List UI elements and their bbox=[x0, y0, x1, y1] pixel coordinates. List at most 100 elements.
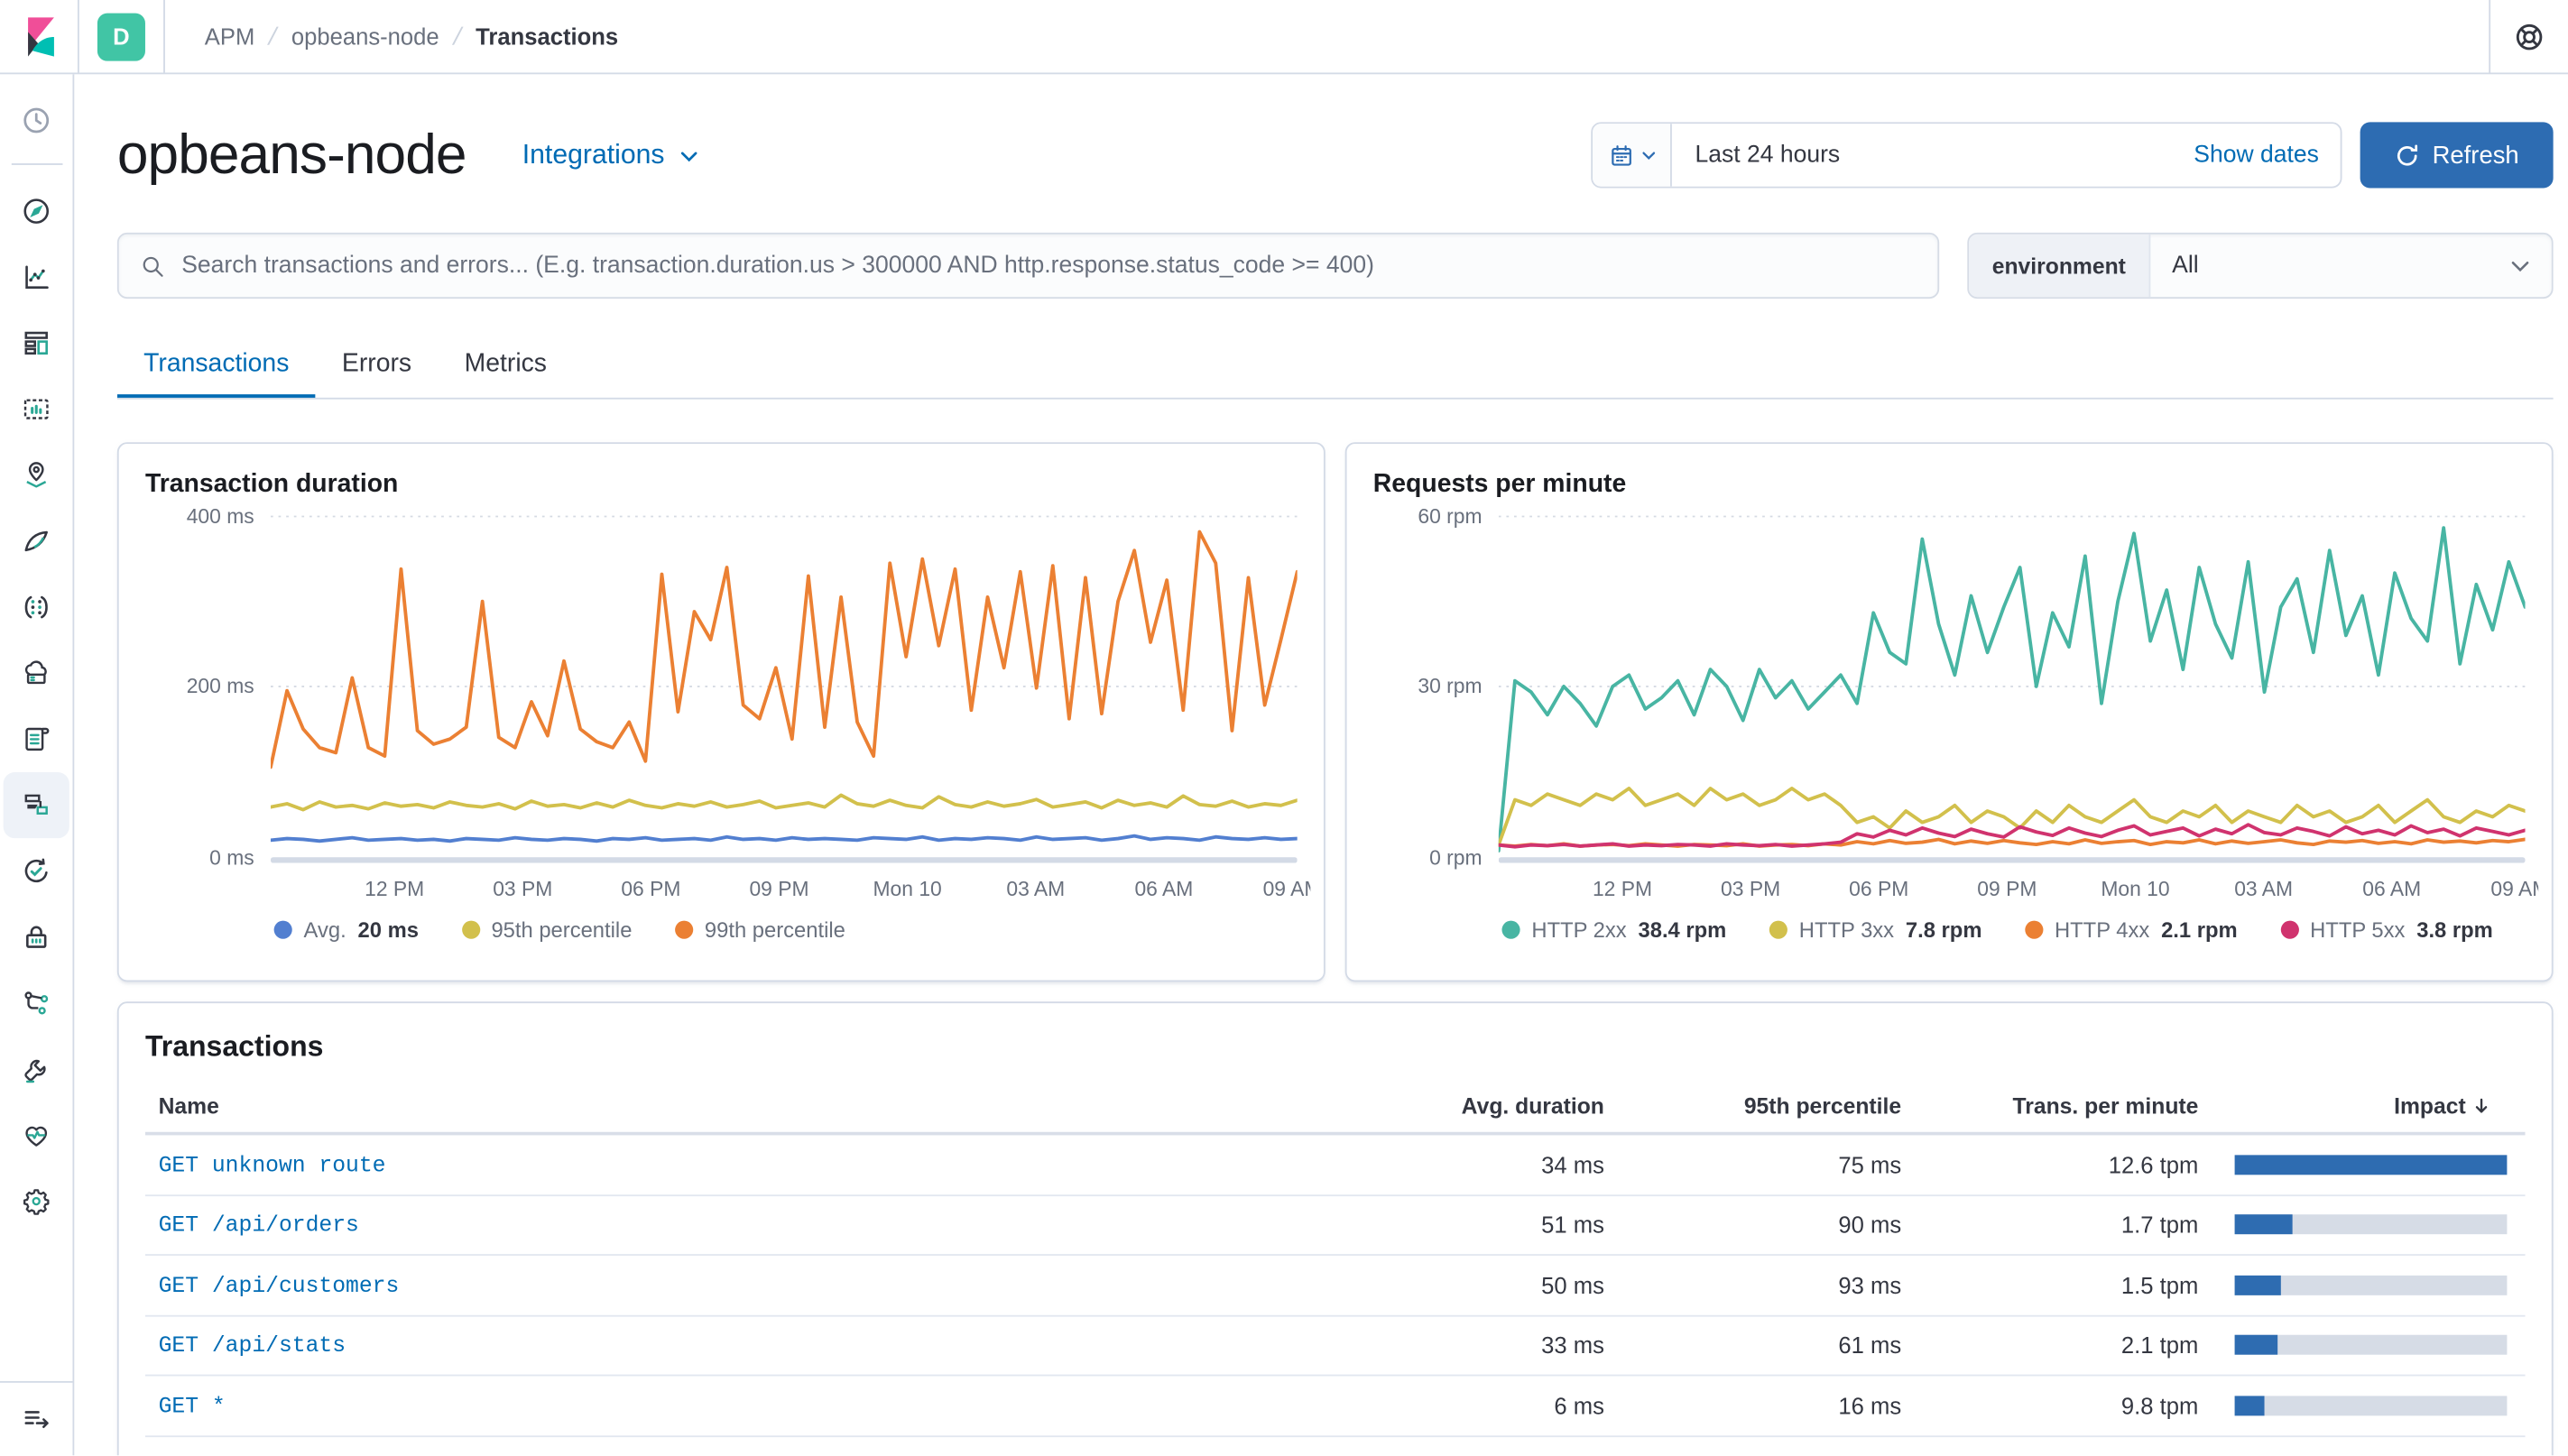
impact-bar-fill bbox=[2234, 1275, 2281, 1295]
impact-bar-fill bbox=[2234, 1335, 2278, 1356]
transaction-link[interactable]: GET /api/orders bbox=[159, 1215, 359, 1239]
column-header-tpm[interactable]: Trans. per minute bbox=[1915, 1081, 2212, 1132]
search-input[interactable] bbox=[181, 252, 1918, 280]
space-switcher[interactable]: D bbox=[79, 0, 165, 73]
breadcrumb-item-transactions: Transactions bbox=[476, 23, 619, 50]
nav-dev-tools[interactable] bbox=[4, 1037, 69, 1102]
recent-clock-icon bbox=[23, 107, 50, 134]
impact-bar-fill bbox=[2234, 1154, 2508, 1175]
super-date-picker: Last 24 hours Show dates bbox=[1591, 122, 2342, 189]
breadcrumb-item-apm[interactable]: APM bbox=[205, 23, 255, 50]
table-row: GET /api/customers 50 ms 93 ms 1.5 tpm bbox=[144, 1256, 2526, 1316]
refresh-button[interactable]: Refresh bbox=[2360, 122, 2554, 189]
nav-visualize[interactable] bbox=[4, 244, 69, 310]
nav-maps[interactable] bbox=[4, 442, 69, 508]
transaction-name-cell: POST /api/orders bbox=[145, 1451, 1370, 1455]
transaction-link[interactable]: GET unknown route bbox=[159, 1155, 386, 1179]
rpm-chart[interactable] bbox=[1496, 513, 2527, 871]
breadcrumb-item-opbeans-node[interactable]: opbeans-node bbox=[291, 23, 439, 50]
tpm-cell: 12.6 tpm bbox=[2108, 1151, 2199, 1178]
top-bar: D APM / opbeans-node / Transactions bbox=[0, 0, 2568, 75]
tab-errors[interactable]: Errors bbox=[316, 333, 439, 397]
legend-dot-icon bbox=[1501, 920, 1520, 939]
impact-cell bbox=[2212, 1154, 2526, 1175]
column-header-avg-duration[interactable]: Avg. duration bbox=[1370, 1081, 1617, 1132]
y-tick-label: 0 rpm bbox=[1429, 846, 1483, 870]
column-header-impact[interactable]: Impact bbox=[2212, 1081, 2526, 1132]
kibana-logo[interactable] bbox=[0, 0, 79, 73]
nav-metrics[interactable] bbox=[4, 971, 69, 1037]
x-tick-label: 09 PM bbox=[1977, 878, 2037, 901]
nav-machine-learning[interactable] bbox=[4, 508, 69, 574]
tab-transactions[interactable]: Transactions bbox=[117, 333, 316, 397]
show-dates-link[interactable]: Show dates bbox=[2194, 142, 2340, 168]
help-menu[interactable] bbox=[2489, 0, 2568, 73]
nav-dashboard[interactable] bbox=[4, 310, 69, 376]
transaction-link[interactable]: GET * bbox=[159, 1396, 226, 1420]
uptime-icon bbox=[24, 858, 48, 883]
machine-learning-icon bbox=[24, 530, 48, 552]
x-tick-label: 03 PM bbox=[493, 878, 553, 901]
breadcrumb: APM / opbeans-node / Transactions bbox=[205, 23, 618, 51]
nav-management[interactable] bbox=[4, 1168, 69, 1234]
transaction-name-cell: GET * bbox=[145, 1390, 1370, 1420]
legend-item-http-5xx[interactable]: HTTP 5xx 3.8 rpm bbox=[2280, 917, 2493, 942]
nav-uptime[interactable] bbox=[4, 838, 69, 904]
legend-dot-icon bbox=[2025, 920, 2044, 939]
duration-chart[interactable] bbox=[269, 513, 1299, 871]
legend-item-avg-[interactable]: Avg. 20 ms bbox=[273, 917, 419, 943]
tab-metrics[interactable]: Metrics bbox=[438, 333, 573, 397]
nav-stack-monitoring[interactable] bbox=[4, 1102, 69, 1168]
time-range-value[interactable]: Last 24 hours bbox=[1672, 142, 2194, 168]
nav-apm[interactable] bbox=[3, 772, 69, 839]
impact-bar-fill bbox=[2234, 1214, 2292, 1235]
column-header-95th[interactable]: 95th percentile bbox=[1618, 1081, 1915, 1132]
x-tick-label: 06 PM bbox=[1849, 878, 1909, 901]
x-tick-label: 06 PM bbox=[621, 878, 681, 901]
legend-item-http-4xx[interactable]: HTTP 4xx 2.1 rpm bbox=[2025, 917, 2238, 942]
p95-cell: 16 ms bbox=[1838, 1392, 1902, 1419]
sort-descending-icon bbox=[2475, 1098, 2488, 1113]
nav-graph[interactable] bbox=[4, 575, 69, 640]
legend-item-http-3xx[interactable]: HTTP 3xx 7.8 rpm bbox=[1769, 917, 1981, 942]
avg-duration-cell: 50 ms bbox=[1541, 1271, 1604, 1299]
nav-discover[interactable] bbox=[4, 179, 69, 244]
page-title: opbeans-node bbox=[116, 123, 467, 186]
nav-fleet[interactable] bbox=[4, 640, 69, 706]
recently-viewed-button[interactable] bbox=[4, 88, 69, 153]
space-avatar[interactable]: D bbox=[97, 12, 145, 60]
table-row: GET /api/orders 51 ms 90 ms 1.7 tpm bbox=[144, 1195, 2526, 1256]
transaction-duration-panel: Transaction duration 400 ms 200 ms 0 ms 12… bbox=[116, 442, 1326, 982]
legend-value: 3.8 rpm bbox=[2416, 917, 2493, 943]
legend-item-http-2xx[interactable]: HTTP 2xx 38.4 rpm bbox=[1501, 917, 1726, 942]
graph-icon bbox=[24, 595, 48, 619]
collapse-menu-button[interactable] bbox=[4, 1386, 69, 1451]
integrations-menu[interactable]: Integrations bbox=[522, 140, 699, 171]
legend-item-95th-percentile[interactable]: 95th percentile bbox=[461, 917, 632, 942]
table-row: GET * 6 ms 16 ms 9.8 tpm bbox=[144, 1376, 2526, 1437]
main-content: opbeans-node Integrations Last 24 hours … bbox=[74, 74, 2568, 1456]
transaction-link[interactable]: GET /api/customers bbox=[159, 1275, 400, 1299]
tpm-cell: 9.8 tpm bbox=[2120, 1392, 2199, 1419]
transaction-link[interactable]: GET /api/stats bbox=[159, 1335, 346, 1359]
legend-item-99th-percentile[interactable]: 99th percentile bbox=[674, 917, 845, 942]
dashboard-icon bbox=[24, 331, 48, 355]
nav-logs[interactable] bbox=[4, 706, 69, 772]
impact-cell bbox=[2212, 1395, 2526, 1415]
x-tick-label: 03 PM bbox=[1721, 878, 1781, 901]
column-header-name[interactable]: Name bbox=[145, 1081, 1370, 1132]
rail-bottom bbox=[0, 1380, 73, 1455]
chart-legend: HTTP 2xx 38.4 rpm HTTP 3xx 7.8 rpm HTTP 4xx 2… bbox=[1501, 917, 2525, 942]
nav-canvas[interactable] bbox=[4, 376, 69, 442]
monitoring-heartbeat-icon bbox=[25, 1126, 48, 1147]
series-avg- bbox=[269, 834, 1299, 843]
integrations-label: Integrations bbox=[522, 139, 665, 170]
legend-dot-icon bbox=[461, 920, 480, 939]
tpm-cell: 1.5 tpm bbox=[2120, 1271, 2199, 1299]
quick-select-button[interactable] bbox=[1593, 124, 1672, 187]
legend-value: 20 ms bbox=[357, 917, 419, 943]
environment-select[interactable]: environment All bbox=[1967, 232, 2554, 299]
p95-cell: 345 ms bbox=[1618, 1452, 1915, 1455]
table-header-row: Name Avg. duration 95th percentile Trans… bbox=[144, 1081, 2526, 1136]
nav-security[interactable] bbox=[4, 904, 69, 970]
